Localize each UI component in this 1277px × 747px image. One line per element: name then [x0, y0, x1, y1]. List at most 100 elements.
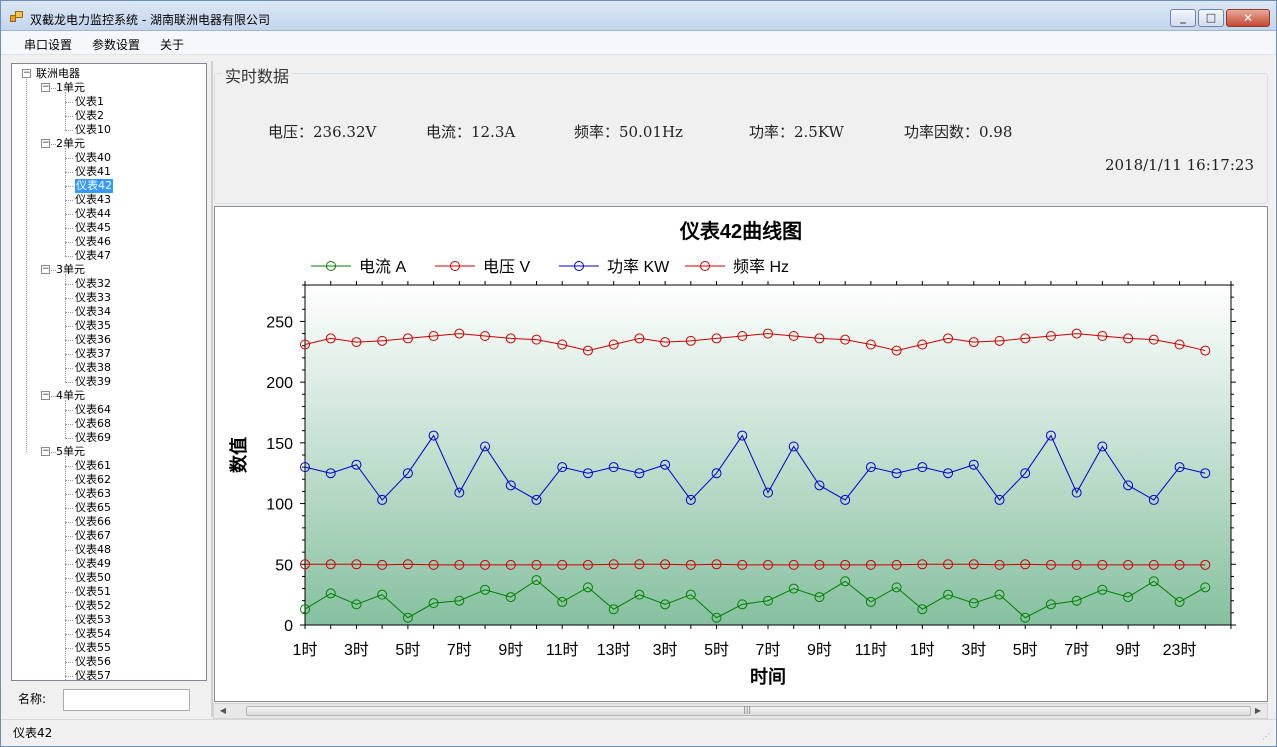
tree-collapse-icon[interactable]: − [22, 69, 31, 78]
tree-unit[interactable]: 5单元 [56, 445, 85, 459]
tree-root[interactable]: 联洲电器 [36, 67, 80, 81]
power-factor-reading: 功率因数：0.98 [904, 123, 1013, 141]
tree-connector [65, 340, 73, 341]
tree-unit[interactable]: 4单元 [56, 389, 85, 403]
maximize-button[interactable]: □ [1198, 9, 1224, 27]
tree-meter-item[interactable]: 仪表46 [75, 235, 111, 249]
tree-meter-item[interactable]: 仪表62 [75, 473, 111, 487]
tree-connector [65, 438, 73, 439]
tree-collapse-icon[interactable]: − [41, 83, 50, 92]
scroll-grip-icon: ||| [743, 705, 752, 714]
tree-connector [65, 200, 73, 201]
tree-meter-label: 仪表47 [75, 249, 111, 262]
tree-meter-item[interactable]: 仪表1 [75, 95, 104, 109]
x-tick-label: 13时 [597, 641, 631, 659]
minimize-icon: _ [1180, 11, 1186, 24]
x-tick-label: 11时 [855, 641, 888, 659]
x-tick-label: 7时 [1064, 641, 1089, 659]
tree-meter-item[interactable]: 仪表47 [75, 249, 111, 263]
tree-meter-item[interactable]: 仪表41 [75, 165, 111, 179]
tree-meter-item[interactable]: 仪表33 [75, 291, 111, 305]
tree-connector [65, 536, 73, 537]
scroll-right-icon[interactable]: ▶ [1251, 705, 1265, 717]
title-bar[interactable]: 双截龙电力监控系统 - 湖南联洲电器有限公司 _ □ ✕ [1, 1, 1276, 31]
tree-meter-item[interactable]: 仪表52 [75, 599, 111, 613]
tree-connector [65, 92, 66, 130]
scroll-left-icon[interactable]: ◀ [216, 705, 230, 717]
device-tree[interactable]: − 联洲电器 −1单元 仪表1 仪表2 仪表10−2单元 仪表40 仪表41 仪表42 仪表43 仪… [11, 63, 207, 681]
tree-meter-item[interactable]: 仪表57 [75, 669, 111, 680]
tree-meter-item[interactable]: 仪表48 [75, 543, 111, 557]
menu-parameter-settings[interactable]: 参数设置 [92, 36, 140, 53]
tree-meter-item[interactable]: 仪表68 [75, 417, 111, 431]
tree-unit-label: 4单元 [56, 389, 85, 402]
tree-meter-item[interactable]: 仪表49 [75, 557, 111, 571]
tree-meter-label: 仪表32 [75, 277, 111, 290]
tree-meter-item[interactable]: 仪表34 [75, 305, 111, 319]
minimize-button[interactable]: _ [1170, 9, 1196, 27]
tree-unit[interactable]: 1单元 [56, 81, 85, 95]
tree-connector [65, 522, 73, 523]
tree-connector [65, 186, 73, 187]
tree-meter-label: 仪表39 [75, 375, 111, 388]
tree-meter-label: 仪表49 [75, 557, 111, 570]
tree-meter-item[interactable]: 仪表65 [75, 501, 111, 515]
tree-meter-item[interactable]: 仪表66 [75, 515, 111, 529]
tree-collapse-icon[interactable]: − [41, 391, 50, 400]
tree-meter-item[interactable]: 仪表32 [75, 277, 111, 291]
tree-meter-item[interactable]: 仪表45 [75, 221, 111, 235]
horizontal-scrollbar[interactable]: ◀ ||| ▶ [213, 703, 1268, 719]
x-tick-label: 23时 [1163, 641, 1197, 659]
size-grip-icon[interactable]: ⋰ [1262, 732, 1272, 742]
tree-meter-item[interactable]: 仪表54 [75, 627, 111, 641]
splitter[interactable] [211, 61, 213, 717]
close-button[interactable]: ✕ [1226, 9, 1270, 27]
tree-meter-item[interactable]: 仪表44 [75, 207, 111, 221]
tree-meter-item[interactable]: 仪表40 [75, 151, 111, 165]
tree-meter-item[interactable]: 仪表63 [75, 487, 111, 501]
tree-meter-item[interactable]: 仪表51 [75, 585, 111, 599]
tree-meter-item[interactable]: 仪表69 [75, 431, 111, 445]
tree-meter-item[interactable]: 仪表50 [75, 571, 111, 585]
tree-meter-label: 仪表38 [75, 361, 111, 374]
tree-meter-label: 仪表50 [75, 571, 111, 584]
tree-meter-item[interactable]: 仪表37 [75, 347, 111, 361]
tree-meter-label: 仪表66 [75, 515, 111, 528]
tree-meter-item[interactable]: 仪表55 [75, 641, 111, 655]
tree-meter-item[interactable]: 仪表64 [75, 403, 111, 417]
tree-unit[interactable]: 2单元 [56, 137, 85, 151]
tree-collapse-icon[interactable]: − [41, 139, 50, 148]
tree-connector [65, 214, 73, 215]
tree-meter-item[interactable]: 仪表56 [75, 655, 111, 669]
tree-meter-label: 仪表35 [75, 319, 111, 332]
tree-meter-item[interactable]: 仪表10 [75, 123, 111, 137]
tree-meter-item[interactable]: 仪表43 [75, 193, 111, 207]
tree-collapse-icon[interactable]: − [41, 265, 50, 274]
menu-about[interactable]: 关于 [160, 36, 184, 53]
tree-meter-label: 仪表10 [75, 123, 111, 136]
y-axis-label: 数值 [228, 437, 249, 473]
tree-meter-item[interactable]: 仪表39 [75, 375, 111, 389]
tree-connector [65, 284, 73, 285]
tree-connector [65, 662, 73, 663]
tree-meter-item[interactable]: 仪表61 [75, 459, 111, 473]
x-axis-label: 时间 [750, 667, 786, 687]
tree-meter-item[interactable]: 仪表38 [75, 361, 111, 375]
tree-meter-item[interactable]: 仪表36 [75, 333, 111, 347]
tree-meter-item[interactable]: 仪表67 [75, 529, 111, 543]
tree-meter-label: 仪表56 [75, 655, 111, 668]
tree-meter-item[interactable]: 仪表53 [75, 613, 111, 627]
tree-connector [65, 256, 73, 257]
tree-meter-item[interactable]: 仪表2 [75, 109, 104, 123]
tree-unit[interactable]: 3单元 [56, 263, 85, 277]
name-input[interactable] [63, 689, 190, 711]
tree-meter-item[interactable]: 仪表35 [75, 319, 111, 333]
tree-connector [65, 172, 73, 173]
tree-collapse-icon[interactable]: − [41, 447, 50, 456]
menu-serial-settings[interactable]: 串口设置 [24, 36, 72, 53]
tree-meter-item[interactable]: 仪表42 [75, 179, 113, 193]
tree-meter-label: 仪表51 [75, 585, 111, 598]
realtime-group: 实时数据 电压：236.32V 电流：12.3A 频率：50.01Hz 功率：2… [214, 63, 1268, 204]
y-tick-label: 250 [266, 314, 293, 331]
realtime-title: 实时数据 [222, 63, 293, 87]
